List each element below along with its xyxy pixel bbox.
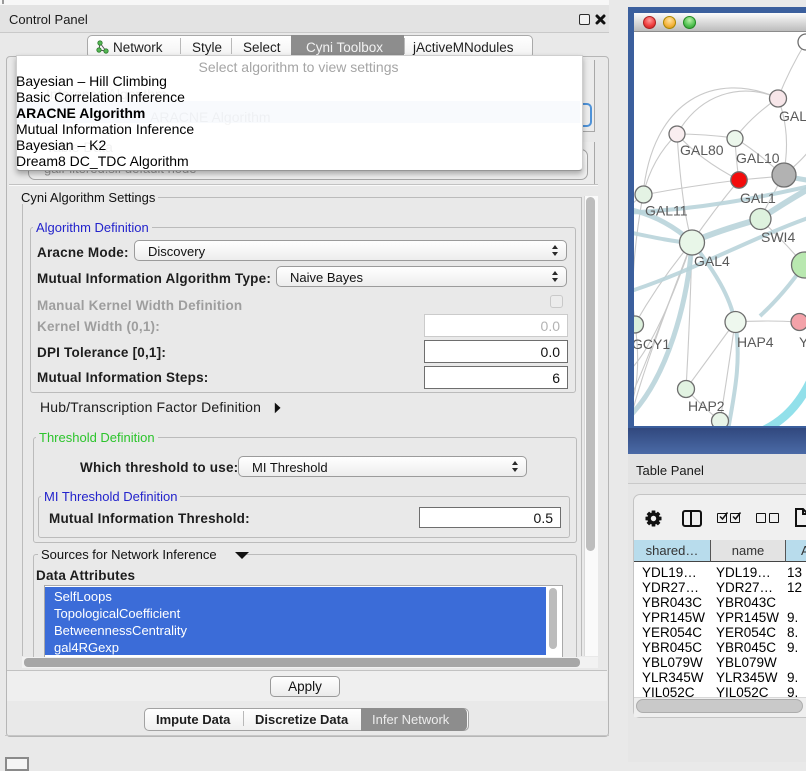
svg-text:GAL11: GAL11 (645, 203, 688, 219)
svg-text:GAL1: GAL1 (740, 190, 776, 206)
svg-text:HAP2: HAP2 (688, 398, 725, 414)
svg-text:YEL: YEL (799, 334, 806, 350)
svg-text:HAP4: HAP4 (737, 334, 774, 350)
svg-text:GCY1: GCY1 (634, 336, 670, 352)
svg-text:GAL10: GAL10 (736, 150, 780, 166)
svg-text:SWI4: SWI4 (761, 229, 795, 245)
svg-text:GAL7: GAL7 (779, 108, 806, 124)
svg-text:GAL4: GAL4 (694, 253, 730, 269)
svg-text:GAL80: GAL80 (680, 142, 724, 158)
